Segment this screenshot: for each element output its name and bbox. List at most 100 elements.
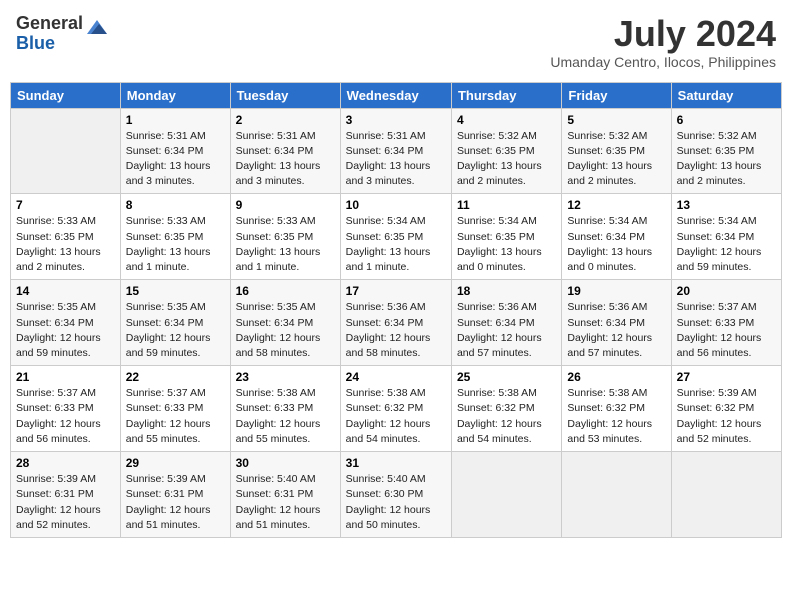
day-number: 24 bbox=[346, 370, 446, 384]
day-number: 4 bbox=[457, 113, 556, 127]
calendar-cell: 6 Sunrise: 5:32 AM Sunset: 6:35 PM Dayli… bbox=[671, 108, 781, 194]
calendar-cell: 2 Sunrise: 5:31 AM Sunset: 6:34 PM Dayli… bbox=[230, 108, 340, 194]
header-wednesday: Wednesday bbox=[340, 82, 451, 108]
sunset-text: Sunset: 6:34 PM bbox=[346, 145, 424, 157]
day-info: Sunrise: 5:37 AM Sunset: 6:33 PM Dayligh… bbox=[677, 300, 776, 361]
daylight-text: Daylight: 12 hours and 53 minutes. bbox=[567, 418, 652, 445]
day-info: Sunrise: 5:36 AM Sunset: 6:34 PM Dayligh… bbox=[567, 300, 665, 361]
sunrise-text: Sunrise: 5:34 AM bbox=[457, 215, 537, 227]
day-number: 26 bbox=[567, 370, 665, 384]
sunrise-text: Sunrise: 5:34 AM bbox=[677, 215, 757, 227]
week-row-4: 21 Sunrise: 5:37 AM Sunset: 6:33 PM Dayl… bbox=[11, 366, 782, 452]
sunrise-text: Sunrise: 5:36 AM bbox=[567, 301, 647, 313]
calendar-cell: 31 Sunrise: 5:40 AM Sunset: 6:30 PM Dayl… bbox=[340, 452, 451, 538]
sunset-text: Sunset: 6:34 PM bbox=[677, 231, 755, 243]
sunrise-text: Sunrise: 5:37 AM bbox=[16, 387, 96, 399]
daylight-text: Daylight: 13 hours and 0 minutes. bbox=[567, 246, 652, 273]
header-saturday: Saturday bbox=[671, 82, 781, 108]
calendar-cell: 11 Sunrise: 5:34 AM Sunset: 6:35 PM Dayl… bbox=[451, 194, 561, 280]
calendar-cell: 21 Sunrise: 5:37 AM Sunset: 6:33 PM Dayl… bbox=[11, 366, 121, 452]
day-number: 1 bbox=[126, 113, 225, 127]
sunrise-text: Sunrise: 5:34 AM bbox=[346, 215, 426, 227]
calendar-cell: 3 Sunrise: 5:31 AM Sunset: 6:34 PM Dayli… bbox=[340, 108, 451, 194]
sunrise-text: Sunrise: 5:38 AM bbox=[567, 387, 647, 399]
sunset-text: Sunset: 6:33 PM bbox=[16, 402, 94, 414]
day-info: Sunrise: 5:36 AM Sunset: 6:34 PM Dayligh… bbox=[346, 300, 446, 361]
daylight-text: Daylight: 12 hours and 57 minutes. bbox=[457, 332, 542, 359]
calendar-cell: 16 Sunrise: 5:35 AM Sunset: 6:34 PM Dayl… bbox=[230, 280, 340, 366]
sunrise-text: Sunrise: 5:31 AM bbox=[126, 130, 206, 142]
day-number: 14 bbox=[16, 284, 115, 298]
day-info: Sunrise: 5:38 AM Sunset: 6:32 PM Dayligh… bbox=[346, 386, 446, 447]
day-number: 2 bbox=[236, 113, 335, 127]
calendar-cell bbox=[671, 452, 781, 538]
sunset-text: Sunset: 6:32 PM bbox=[677, 402, 755, 414]
calendar-cell: 5 Sunrise: 5:32 AM Sunset: 6:35 PM Dayli… bbox=[562, 108, 671, 194]
sunset-text: Sunset: 6:35 PM bbox=[457, 145, 535, 157]
sunset-text: Sunset: 6:34 PM bbox=[126, 317, 204, 329]
day-info: Sunrise: 5:33 AM Sunset: 6:35 PM Dayligh… bbox=[126, 214, 225, 275]
day-number: 23 bbox=[236, 370, 335, 384]
logo: General Blue bbox=[16, 14, 109, 54]
sunset-text: Sunset: 6:31 PM bbox=[126, 488, 204, 500]
calendar-cell: 8 Sunrise: 5:33 AM Sunset: 6:35 PM Dayli… bbox=[120, 194, 230, 280]
sunrise-text: Sunrise: 5:35 AM bbox=[16, 301, 96, 313]
day-info: Sunrise: 5:38 AM Sunset: 6:32 PM Dayligh… bbox=[457, 386, 556, 447]
daylight-text: Daylight: 13 hours and 2 minutes. bbox=[16, 246, 101, 273]
sunset-text: Sunset: 6:35 PM bbox=[126, 231, 204, 243]
weekday-header-row: SundayMondayTuesdayWednesdayThursdayFrid… bbox=[11, 82, 782, 108]
calendar-cell: 1 Sunrise: 5:31 AM Sunset: 6:34 PM Dayli… bbox=[120, 108, 230, 194]
page-header: General Blue July 2024 Umanday Centro, I… bbox=[10, 10, 782, 74]
week-row-1: 1 Sunrise: 5:31 AM Sunset: 6:34 PM Dayli… bbox=[11, 108, 782, 194]
sunrise-text: Sunrise: 5:39 AM bbox=[126, 473, 206, 485]
day-number: 18 bbox=[457, 284, 556, 298]
sunset-text: Sunset: 6:34 PM bbox=[236, 317, 314, 329]
day-number: 28 bbox=[16, 456, 115, 470]
daylight-text: Daylight: 13 hours and 3 minutes. bbox=[346, 160, 431, 187]
day-info: Sunrise: 5:35 AM Sunset: 6:34 PM Dayligh… bbox=[126, 300, 225, 361]
calendar-cell: 9 Sunrise: 5:33 AM Sunset: 6:35 PM Dayli… bbox=[230, 194, 340, 280]
sunrise-text: Sunrise: 5:40 AM bbox=[236, 473, 316, 485]
sunset-text: Sunset: 6:33 PM bbox=[236, 402, 314, 414]
header-friday: Friday bbox=[562, 82, 671, 108]
calendar-cell: 10 Sunrise: 5:34 AM Sunset: 6:35 PM Dayl… bbox=[340, 194, 451, 280]
sunset-text: Sunset: 6:32 PM bbox=[567, 402, 645, 414]
day-info: Sunrise: 5:34 AM Sunset: 6:34 PM Dayligh… bbox=[677, 214, 776, 275]
daylight-text: Daylight: 12 hours and 52 minutes. bbox=[16, 504, 101, 531]
sunrise-text: Sunrise: 5:32 AM bbox=[457, 130, 537, 142]
calendar-cell: 12 Sunrise: 5:34 AM Sunset: 6:34 PM Dayl… bbox=[562, 194, 671, 280]
day-number: 20 bbox=[677, 284, 776, 298]
calendar-table: SundayMondayTuesdayWednesdayThursdayFrid… bbox=[10, 82, 782, 538]
day-info: Sunrise: 5:38 AM Sunset: 6:33 PM Dayligh… bbox=[236, 386, 335, 447]
sunset-text: Sunset: 6:35 PM bbox=[16, 231, 94, 243]
daylight-text: Daylight: 12 hours and 55 minutes. bbox=[236, 418, 321, 445]
sunrise-text: Sunrise: 5:32 AM bbox=[567, 130, 647, 142]
logo-icon bbox=[85, 16, 109, 40]
daylight-text: Daylight: 13 hours and 3 minutes. bbox=[126, 160, 211, 187]
calendar-cell: 17 Sunrise: 5:36 AM Sunset: 6:34 PM Dayl… bbox=[340, 280, 451, 366]
daylight-text: Daylight: 13 hours and 2 minutes. bbox=[567, 160, 652, 187]
day-number: 10 bbox=[346, 198, 446, 212]
logo-blue-text: Blue bbox=[16, 34, 83, 54]
sunset-text: Sunset: 6:35 PM bbox=[236, 231, 314, 243]
calendar-cell: 19 Sunrise: 5:36 AM Sunset: 6:34 PM Dayl… bbox=[562, 280, 671, 366]
sunset-text: Sunset: 6:31 PM bbox=[16, 488, 94, 500]
calendar-cell: 24 Sunrise: 5:38 AM Sunset: 6:32 PM Dayl… bbox=[340, 366, 451, 452]
day-info: Sunrise: 5:37 AM Sunset: 6:33 PM Dayligh… bbox=[126, 386, 225, 447]
sunset-text: Sunset: 6:35 PM bbox=[457, 231, 535, 243]
sunrise-text: Sunrise: 5:38 AM bbox=[457, 387, 537, 399]
sunrise-text: Sunrise: 5:35 AM bbox=[126, 301, 206, 313]
daylight-text: Daylight: 12 hours and 56 minutes. bbox=[677, 332, 762, 359]
day-number: 3 bbox=[346, 113, 446, 127]
day-number: 27 bbox=[677, 370, 776, 384]
daylight-text: Daylight: 12 hours and 54 minutes. bbox=[457, 418, 542, 445]
day-number: 7 bbox=[16, 198, 115, 212]
sunrise-text: Sunrise: 5:39 AM bbox=[677, 387, 757, 399]
sunrise-text: Sunrise: 5:35 AM bbox=[236, 301, 316, 313]
daylight-text: Daylight: 12 hours and 52 minutes. bbox=[677, 418, 762, 445]
daylight-text: Daylight: 13 hours and 2 minutes. bbox=[677, 160, 762, 187]
calendar-cell: 29 Sunrise: 5:39 AM Sunset: 6:31 PM Dayl… bbox=[120, 452, 230, 538]
day-info: Sunrise: 5:34 AM Sunset: 6:35 PM Dayligh… bbox=[457, 214, 556, 275]
sunset-text: Sunset: 6:32 PM bbox=[457, 402, 535, 414]
sunrise-text: Sunrise: 5:36 AM bbox=[457, 301, 537, 313]
